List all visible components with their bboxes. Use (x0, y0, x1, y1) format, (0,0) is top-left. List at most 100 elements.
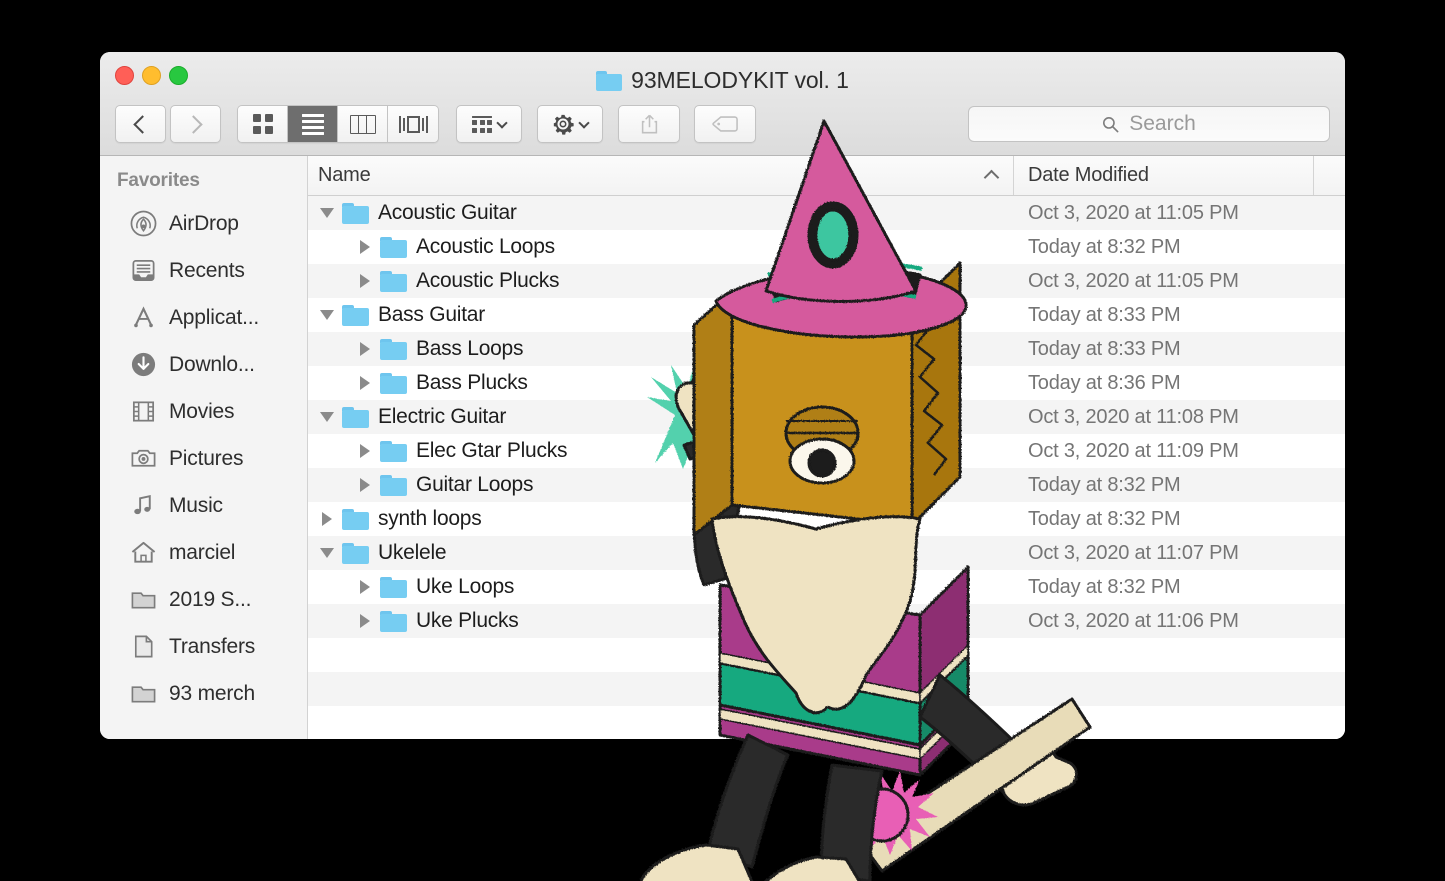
row-name-label: Guitar Loops (416, 473, 534, 496)
disclosure-triangle-open[interactable] (318, 204, 336, 222)
sidebar-item-downloads[interactable]: Downlo... (100, 341, 307, 388)
table-row[interactable]: Acoustic Guitar Oct 3, 2020 at 11:05 PM (308, 196, 1345, 230)
search-placeholder: Search (1129, 112, 1196, 135)
table-row[interactable]: Uke Plucks Oct 3, 2020 at 11:06 PM (308, 604, 1345, 638)
sidebar-item-label: Music (169, 493, 223, 517)
sidebar-item-label: Pictures (169, 446, 244, 470)
table-row[interactable]: Ukelele Oct 3, 2020 at 11:07 PM (308, 536, 1345, 570)
row-date-modified: Oct 3, 2020 at 11:06 PM (1028, 609, 1239, 632)
tags-button[interactable] (694, 105, 756, 143)
folder-icon (380, 338, 407, 360)
sidebar-item-pictures[interactable]: Pictures (100, 435, 307, 482)
row-name-label: Bass Guitar (378, 303, 485, 326)
airdrop-icon (130, 210, 157, 237)
row-date-modified: Oct 3, 2020 at 11:05 PM (1028, 269, 1239, 292)
arrange-dropdown[interactable] (456, 105, 522, 143)
back-button[interactable] (115, 105, 166, 143)
sidebar-item-applications[interactable]: Applicat... (100, 294, 307, 341)
folder-icon (380, 440, 407, 462)
home-icon (131, 541, 156, 563)
column-header-date-modified[interactable]: Date Modified (1014, 156, 1314, 195)
table-row[interactable]: Guitar Loops Today at 8:32 PM (308, 468, 1345, 502)
forward-button[interactable] (170, 105, 221, 143)
sidebar-item-label: 2019 S... (169, 587, 252, 611)
row-date-modified: Today at 8:32 PM (1028, 235, 1181, 258)
grid-icon (252, 114, 273, 134)
disclosure-triangle-closed[interactable] (318, 510, 336, 528)
sidebar-item-transfers[interactable]: Transfers (100, 623, 307, 670)
list-view-button[interactable] (288, 106, 338, 142)
disclosure-triangle-open[interactable] (318, 544, 336, 562)
row-date-modified: Today at 8:32 PM (1028, 575, 1181, 598)
disclosure-triangle-open[interactable] (318, 408, 336, 426)
search-icon (1103, 116, 1119, 132)
table-row[interactable]: Acoustic Loops Today at 8:32 PM (308, 230, 1345, 264)
gallery-view-button[interactable] (388, 106, 438, 142)
sidebar-item-home[interactable]: marciel (100, 529, 307, 576)
disclosure-triangle-closed[interactable] (356, 340, 374, 358)
folder-icon (131, 592, 156, 609)
column-header-name[interactable]: Name (308, 156, 1014, 195)
triangle-right-icon (360, 614, 370, 628)
column-header-label: Date Modified (1028, 164, 1149, 186)
folder-icon (380, 236, 407, 258)
row-name-cell: synth loops (308, 502, 1014, 536)
window-body: Favorites AirDrop Recents Applicat... Do… (100, 156, 1345, 739)
icon-view-button[interactable] (238, 106, 288, 142)
row-name-label: Bass Plucks (416, 371, 528, 394)
table-row[interactable]: Bass Loops Today at 8:33 PM (308, 332, 1345, 366)
view-mode-segmented-control (237, 105, 439, 143)
disclosure-triangle-closed[interactable] (356, 374, 374, 392)
arrange-icon (472, 115, 492, 133)
table-row[interactable]: Elec Gtar Plucks Oct 3, 2020 at 11:09 PM (308, 434, 1345, 468)
sidebar-item-2019-s[interactable]: 2019 S... (100, 576, 307, 623)
disclosure-triangle-closed[interactable] (356, 476, 374, 494)
sidebar-item-label: Downlo... (169, 352, 255, 376)
disclosure-triangle-closed[interactable] (356, 578, 374, 596)
disclosure-triangle-closed[interactable] (356, 612, 374, 630)
chevron-right-icon (184, 114, 203, 134)
pictures-icon (131, 449, 156, 467)
action-gear-dropdown[interactable] (537, 105, 603, 143)
movies-icon (132, 401, 155, 422)
disclosure-triangle-closed[interactable] (356, 238, 374, 256)
row-name-label: Acoustic Loops (416, 235, 555, 258)
tag-icon (712, 116, 738, 132)
sidebar-item-93-merch[interactable]: 93 merch (100, 670, 307, 717)
disclosure-triangle-open[interactable] (318, 306, 336, 324)
toolbar: Search (100, 100, 1345, 148)
disclosure-triangle-closed[interactable] (356, 442, 374, 460)
table-row[interactable]: Acoustic Plucks Oct 3, 2020 at 11:05 PM (308, 264, 1345, 298)
folder-icon (380, 270, 407, 292)
row-date-modified: Oct 3, 2020 at 11:08 PM (1028, 405, 1239, 428)
disclosure-triangle-closed[interactable] (356, 272, 374, 290)
columns-icon (349, 114, 376, 134)
table-row[interactable]: synth loops Today at 8:32 PM (308, 502, 1345, 536)
table-row[interactable]: Bass Guitar Today at 8:33 PM (308, 298, 1345, 332)
column-headers: Name Date Modified (308, 156, 1345, 196)
search-input[interactable]: Search (968, 106, 1330, 142)
row-name-cell: Electric Guitar (308, 400, 1014, 434)
table-row[interactable]: Bass Plucks Today at 8:36 PM (308, 366, 1345, 400)
sidebar: Favorites AirDrop Recents Applicat... Do… (100, 156, 308, 739)
sidebar-item-movies[interactable]: Movies (100, 388, 307, 435)
file-list-pane: Name Date Modified Acoustic Guitar Oct 3,… (308, 156, 1345, 739)
triangle-down-icon (320, 310, 334, 320)
applications-icon (134, 306, 153, 328)
sidebar-item-airdrop[interactable]: AirDrop (100, 200, 307, 247)
sidebar-item-recents[interactable]: Recents (100, 247, 307, 294)
column-view-button[interactable] (338, 106, 388, 142)
row-name-cell: Bass Guitar (308, 298, 1014, 332)
table-row[interactable]: Electric Guitar Oct 3, 2020 at 11:08 PM (308, 400, 1345, 434)
row-date-modified: Oct 3, 2020 at 11:09 PM (1028, 439, 1239, 462)
recents-icon (132, 259, 155, 282)
share-button[interactable] (618, 105, 680, 143)
empty-row (308, 638, 1345, 672)
sidebar-item-music[interactable]: Music (100, 482, 307, 529)
row-name-label: Electric Guitar (378, 405, 507, 428)
triangle-right-icon (360, 274, 370, 288)
triangle-down-icon (320, 208, 334, 218)
sort-ascending-icon (983, 169, 1000, 185)
window-titlebar[interactable]: 93MELODYKIT vol. 1 Search (100, 52, 1345, 156)
table-row[interactable]: Uke Loops Today at 8:32 PM (308, 570, 1345, 604)
